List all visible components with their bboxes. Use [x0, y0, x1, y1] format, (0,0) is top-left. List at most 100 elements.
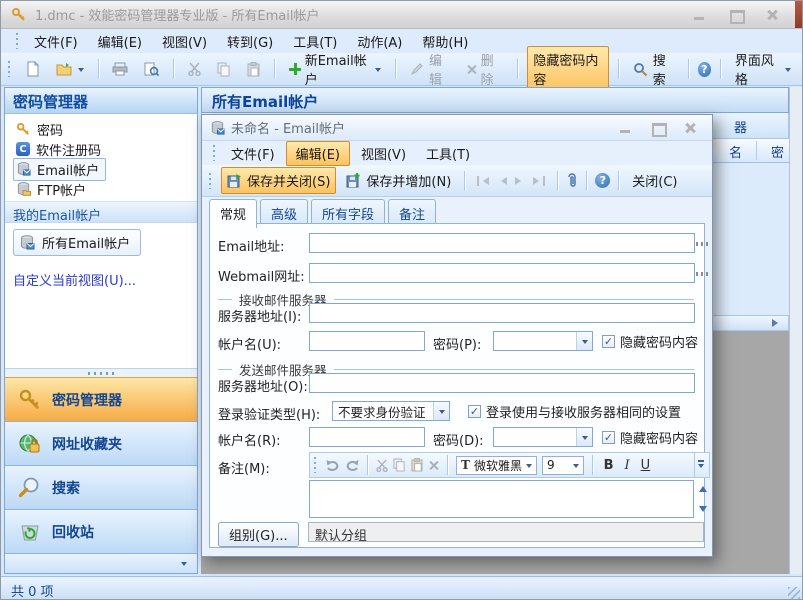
- italic-button[interactable]: I: [622, 458, 633, 473]
- customize-view-link[interactable]: 自定义当前视图(U)...: [13, 270, 189, 289]
- tab-advanced[interactable]: 高级: [260, 199, 308, 226]
- font-family-select[interactable]: T 微软雅黑: [456, 456, 537, 475]
- tree-item-ftp-accounts[interactable]: FTP帐户: [5, 179, 197, 199]
- new-file-button[interactable]: [21, 58, 45, 80]
- open-folder-icon: [56, 62, 73, 76]
- paste-button[interactable]: [242, 59, 265, 80]
- notes-scrollbar[interactable]: [696, 480, 710, 518]
- dialog-menu-view[interactable]: 视图(V): [352, 142, 415, 165]
- browse-ellipsis-icon[interactable]: [696, 272, 710, 276]
- nav-recycle-bin[interactable]: 回收站: [5, 509, 197, 553]
- dialog-menu-edit[interactable]: 编辑(E): [286, 141, 350, 166]
- save-and-add-button[interactable]: 保存并增加(N): [341, 168, 456, 193]
- dialog-titlebar: 未命名 - Email帐户: [202, 115, 712, 141]
- scroll-right-arrow-icon[interactable]: [772, 319, 782, 327]
- receive-password-combo[interactable]: [493, 331, 593, 351]
- nav-password-manager[interactable]: 密码管理器: [5, 377, 197, 421]
- copy-button[interactable]: [212, 59, 236, 80]
- paste-icon[interactable]: [411, 458, 423, 472]
- browse-ellipsis-icon[interactable]: [696, 242, 710, 246]
- send-user-input[interactable]: [309, 427, 425, 447]
- minimize-button[interactable]: [692, 9, 708, 21]
- scroll-up-icon[interactable]: [696, 480, 710, 494]
- notes-textarea[interactable]: [309, 480, 694, 518]
- nav-search[interactable]: 搜索: [5, 465, 197, 509]
- receive-user-input[interactable]: [309, 331, 425, 351]
- webmail-url-input[interactable]: [309, 263, 695, 283]
- tab-all-fields[interactable]: 所有字段: [311, 199, 385, 226]
- nav-collapse-band[interactable]: [5, 553, 197, 573]
- last-record-button[interactable]: [533, 176, 545, 186]
- send-password-combo[interactable]: [493, 427, 593, 447]
- menu-view[interactable]: 视图(V): [153, 30, 216, 53]
- tab-general[interactable]: 常规: [209, 199, 257, 228]
- copy-icon[interactable]: [393, 458, 406, 472]
- first-record-button[interactable]: [477, 176, 489, 186]
- hide-password-checkbox[interactable]: [602, 431, 615, 444]
- print-preview-button[interactable]: [139, 59, 164, 80]
- auth-type-combo[interactable]: 不要求身份验证: [332, 401, 450, 421]
- cut-button[interactable]: [183, 59, 206, 79]
- tab-notes[interactable]: 备注: [388, 199, 436, 226]
- hide-password-checkbox[interactable]: [602, 335, 615, 348]
- dialog-close-button[interactable]: [682, 122, 698, 134]
- dialog-maximize-button[interactable]: [650, 122, 666, 134]
- column-header-fragment[interactable]: 名: [729, 142, 742, 161]
- ui-style-button[interactable]: 界面风格: [730, 47, 796, 91]
- help-icon[interactable]: [698, 62, 711, 77]
- new-email-account-button[interactable]: 新Email帐户: [284, 47, 386, 91]
- new-email-dropdown-caret[interactable]: [375, 68, 381, 75]
- ftp-account-icon: [16, 181, 31, 197]
- previous-record-button[interactable]: [497, 177, 507, 185]
- resize-grip[interactable]: [788, 587, 800, 599]
- tree-item-passwords[interactable]: 密码: [5, 119, 197, 139]
- close-dialog-button[interactable]: 关闭(C): [627, 168, 682, 193]
- sidebar-item-all-email-accounts[interactable]: 所有Email帐户: [13, 229, 141, 256]
- bold-button[interactable]: B: [601, 458, 617, 473]
- dialog-help-icon[interactable]: [595, 173, 610, 188]
- attachment-paperclip-icon[interactable]: [566, 172, 578, 189]
- email-address-input[interactable]: [309, 233, 695, 253]
- search-button[interactable]: 搜索: [628, 47, 679, 91]
- dialog-minimize-button[interactable]: [618, 122, 634, 134]
- open-dropdown-caret[interactable]: [78, 68, 84, 75]
- main-content-header: 所有Email帐户: [201, 87, 789, 113]
- undo-icon[interactable]: [326, 459, 340, 472]
- maximize-button[interactable]: [728, 9, 744, 21]
- print-icon: [112, 62, 128, 76]
- receive-server-input[interactable]: [309, 303, 695, 323]
- underline-button[interactable]: U: [638, 458, 654, 473]
- menu-file[interactable]: 文件(F): [25, 30, 87, 53]
- scroll-down-icon[interactable]: [696, 504, 710, 518]
- column-header-fragment: 器: [734, 117, 747, 136]
- next-record-button[interactable]: [515, 177, 525, 185]
- nav-web-favorites[interactable]: 网址收藏夹: [5, 421, 197, 465]
- combo-dropdown-icon[interactable]: [576, 428, 592, 446]
- tree-item-software-keys[interactable]: 软件注册码: [5, 139, 197, 159]
- group-button[interactable]: 组别(G)...: [218, 522, 299, 547]
- ui-style-dropdown-caret[interactable]: [785, 68, 791, 75]
- close-button[interactable]: [764, 9, 780, 21]
- font-size-select[interactable]: 9: [542, 456, 584, 475]
- menu-goto[interactable]: 转到(G): [218, 30, 282, 53]
- combo-dropdown-icon[interactable]: [576, 332, 592, 350]
- delete-button[interactable]: 删除: [461, 47, 508, 91]
- sidebar-splitter[interactable]: [5, 368, 197, 377]
- toolbar-overflow-button[interactable]: [694, 453, 706, 477]
- dialog-menu-file[interactable]: 文件(F): [222, 142, 284, 165]
- save-and-close-button[interactable]: 保存并关闭(S): [221, 167, 336, 194]
- print-button[interactable]: [107, 59, 133, 79]
- cut-icon[interactable]: [376, 459, 388, 472]
- column-header-fragment[interactable]: 密: [771, 142, 784, 161]
- open-file-button[interactable]: [51, 59, 89, 79]
- edit-button[interactable]: 编辑: [405, 47, 455, 91]
- same-as-receive-checkbox[interactable]: [468, 405, 481, 418]
- menu-edit[interactable]: 编辑(E): [89, 30, 151, 53]
- hide-password-toggle[interactable]: 隐藏密码内容: [527, 46, 608, 92]
- delete-x-icon[interactable]: [428, 460, 439, 471]
- send-server-input[interactable]: [309, 373, 695, 393]
- tree-item-email-accounts[interactable]: Email帐户: [5, 159, 197, 179]
- combo-dropdown-icon[interactable]: [433, 402, 449, 420]
- redo-icon[interactable]: [345, 459, 359, 472]
- dialog-menu-tools[interactable]: 工具(T): [417, 142, 479, 165]
